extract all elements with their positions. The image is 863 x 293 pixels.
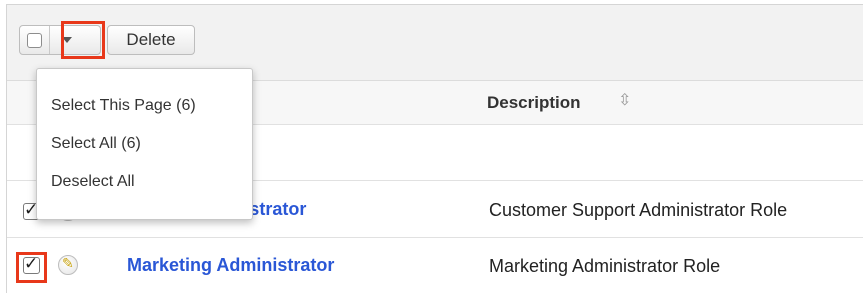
menu-item-select-all[interactable]: Select All (6) [51, 135, 141, 153]
checkbox-icon[interactable] [27, 33, 42, 48]
highlight-box-checkbox [16, 252, 47, 283]
role-description: Marketing Administrator Role [489, 256, 721, 276]
mass-select-dropdown: Select This Page (6) Select All (6) Dese… [36, 68, 253, 220]
pencil-icon[interactable]: ✎ [58, 255, 78, 275]
delete-button[interactable]: Delete [107, 25, 195, 55]
menu-item-deselect-all[interactable]: Deselect All [51, 173, 135, 191]
sort-arrows-icon[interactable]: ⇳ [618, 90, 631, 110]
menu-item-select-this-page[interactable]: Select This Page (6) [51, 97, 196, 115]
column-header-description[interactable]: Description [487, 93, 581, 113]
list-view: Delete Description ⇳ ole ✓ ✎ upport Admi… [6, 4, 863, 293]
highlight-box-caret [61, 21, 105, 59]
role-description: Customer Support Administrator Role [489, 200, 788, 220]
divider [49, 26, 50, 54]
table-row: ✓ ✎ Marketing Administrator Marketing Ad… [7, 238, 863, 293]
role-name-link[interactable]: Marketing Administrator [127, 255, 334, 276]
